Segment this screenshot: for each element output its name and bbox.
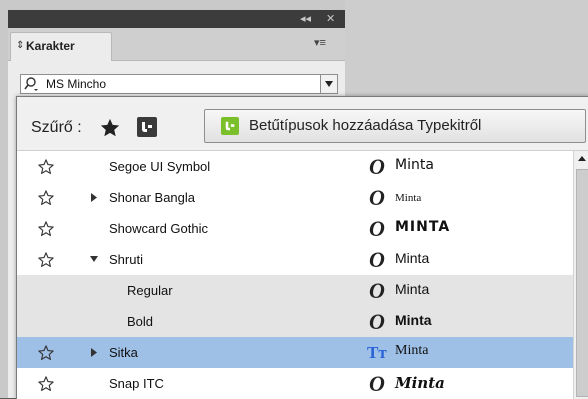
scroll-thumb[interactable] xyxy=(576,169,588,397)
font-name: Shruti xyxy=(109,252,143,267)
typekit-icon xyxy=(221,117,239,135)
scroll-up-button[interactable] xyxy=(574,151,588,167)
font-sample: MINTA xyxy=(395,219,451,235)
filter-bar: Szűrő : Betűtípusok hozzáadása Typekitrő… xyxy=(17,97,588,151)
collapsed-triangle-icon[interactable] xyxy=(90,193,98,202)
font-dropdown-button[interactable] xyxy=(320,75,337,93)
font-list: Segoe UI Symbol O Minta Shonar Bangla O Minta… xyxy=(17,151,573,399)
opentype-o-icon: O xyxy=(369,371,385,396)
favorite-star-icon[interactable] xyxy=(37,251,55,269)
panel-tab-bar: ⇕ Karakter ▾≡ xyxy=(8,28,345,61)
font-family-value: MS Mincho xyxy=(46,77,107,91)
opentype-o-icon: O xyxy=(369,185,385,210)
opentype-o-icon: O xyxy=(369,154,385,179)
tab-label: Karakter xyxy=(26,39,75,53)
truetype-tt-icon: Tт xyxy=(367,343,387,362)
tab-expand-icon[interactable]: ⇕ xyxy=(16,40,24,51)
font-sample: Minta xyxy=(395,250,430,266)
font-name: Showcard Gothic xyxy=(109,221,208,236)
font-name: Shonar Bangla xyxy=(109,190,196,205)
font-sample: Minta xyxy=(395,312,432,328)
font-sample: Minta xyxy=(395,343,429,358)
font-sample: Minta xyxy=(395,157,434,173)
search-icon xyxy=(24,77,38,91)
favorite-star-icon[interactable] xyxy=(37,158,55,176)
font-row[interactable]: Sitka Tт Minta xyxy=(17,337,573,368)
opentype-o-icon: O xyxy=(369,216,385,241)
chevron-down-icon xyxy=(325,81,333,87)
close-icon[interactable]: ✕ xyxy=(326,10,335,28)
tab-character[interactable]: ⇕ Karakter xyxy=(10,32,112,61)
opentype-o-icon: O xyxy=(369,278,385,303)
favorite-star-icon[interactable] xyxy=(37,220,55,238)
typekit-button-label: Betűtípusok hozzáadása Typekitről xyxy=(249,117,482,134)
font-row[interactable]: Shruti O Minta xyxy=(17,244,573,275)
panel-title-bar[interactable]: ◂◂ ✕ xyxy=(8,10,345,28)
add-typekit-fonts-button[interactable]: Betűtípusok hozzáadása Typekitről xyxy=(204,109,586,143)
scrollbar[interactable] xyxy=(573,151,588,399)
font-row[interactable]: Segoe UI Symbol O Minta xyxy=(17,151,573,182)
font-name: Regular xyxy=(127,283,173,298)
font-row[interactable]: Shonar Bangla O Minta xyxy=(17,182,573,213)
collapsed-triangle-icon[interactable] xyxy=(90,348,98,357)
collapse-panel-icon[interactable]: ◂◂ xyxy=(300,10,311,28)
font-sample: Minta xyxy=(395,281,430,297)
font-row[interactable]: Regular O Minta xyxy=(17,275,573,306)
favorite-star-icon[interactable] xyxy=(37,189,55,207)
font-name: Bold xyxy=(127,314,154,329)
font-row[interactable]: Snap ITC O Minta xyxy=(17,368,573,399)
panel-menu-icon[interactable]: ▾≡ xyxy=(314,36,326,49)
typekit-icon xyxy=(142,122,152,132)
font-row[interactable]: Showcard Gothic O MINTA xyxy=(17,213,573,244)
font-family-field[interactable]: MS Mincho xyxy=(20,74,338,94)
typekit-filter-button[interactable] xyxy=(137,117,157,137)
opentype-o-icon: O xyxy=(369,247,385,272)
favorite-star-icon[interactable] xyxy=(37,344,55,362)
font-list-popup: Szűrő : Betűtípusok hozzáadása Typekitrő… xyxy=(16,96,588,399)
font-sample: Minta xyxy=(395,192,422,204)
font-name: Sitka xyxy=(109,345,138,360)
font-sample: Minta xyxy=(395,374,445,392)
font-row[interactable]: Bold O Minta xyxy=(17,306,573,337)
filter-label: Szűrő : xyxy=(31,119,82,136)
font-name: Snap ITC xyxy=(109,376,164,391)
opentype-o-icon: O xyxy=(369,309,385,334)
expanded-triangle-icon[interactable] xyxy=(90,255,98,264)
font-name: Segoe UI Symbol xyxy=(109,159,211,174)
favorite-star-icon[interactable] xyxy=(37,375,55,393)
chevron-up-icon xyxy=(578,156,586,161)
favorites-filter-star-icon[interactable] xyxy=(99,117,121,139)
